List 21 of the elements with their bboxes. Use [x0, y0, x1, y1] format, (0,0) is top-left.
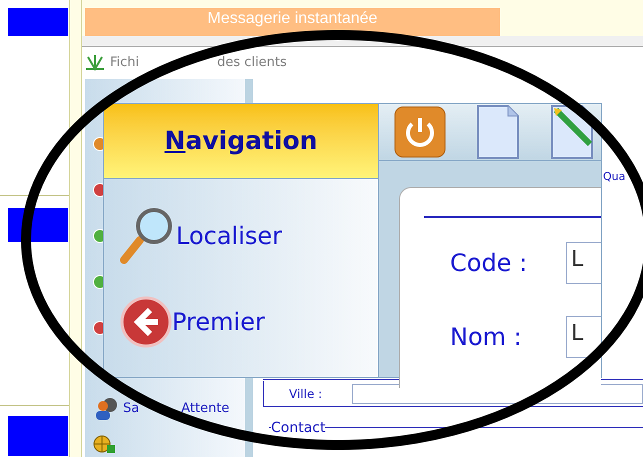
marker-block: [8, 416, 68, 456]
field-label: Ville :: [289, 386, 322, 402]
power-icon[interactable]: [394, 106, 446, 158]
marker-block: [8, 8, 68, 36]
nav-item[interactable]: Localiser: [120, 206, 378, 266]
people-icon: [93, 396, 119, 420]
banner: Messagerie instantanée: [85, 8, 500, 36]
nav-link[interactable]: Attente: [181, 398, 230, 418]
input-field[interactable]: L: [566, 316, 601, 358]
field-label: Code :: [449, 248, 528, 279]
nav-item[interactable]: Premier: [120, 296, 378, 348]
window-title: Fichi: [110, 54, 140, 72]
document-icon[interactable]: [476, 104, 520, 160]
input-field[interactable]: L: [566, 242, 601, 284]
field-label: Qua: [603, 168, 626, 184]
nav-title: Navigation: [164, 125, 318, 158]
field-label: Nom :: [449, 322, 523, 353]
nav-link[interactable]: Sa: [123, 398, 140, 418]
window-title: des clients: [217, 54, 287, 72]
app-icon: [84, 52, 106, 72]
globe-icon: [93, 434, 115, 454]
